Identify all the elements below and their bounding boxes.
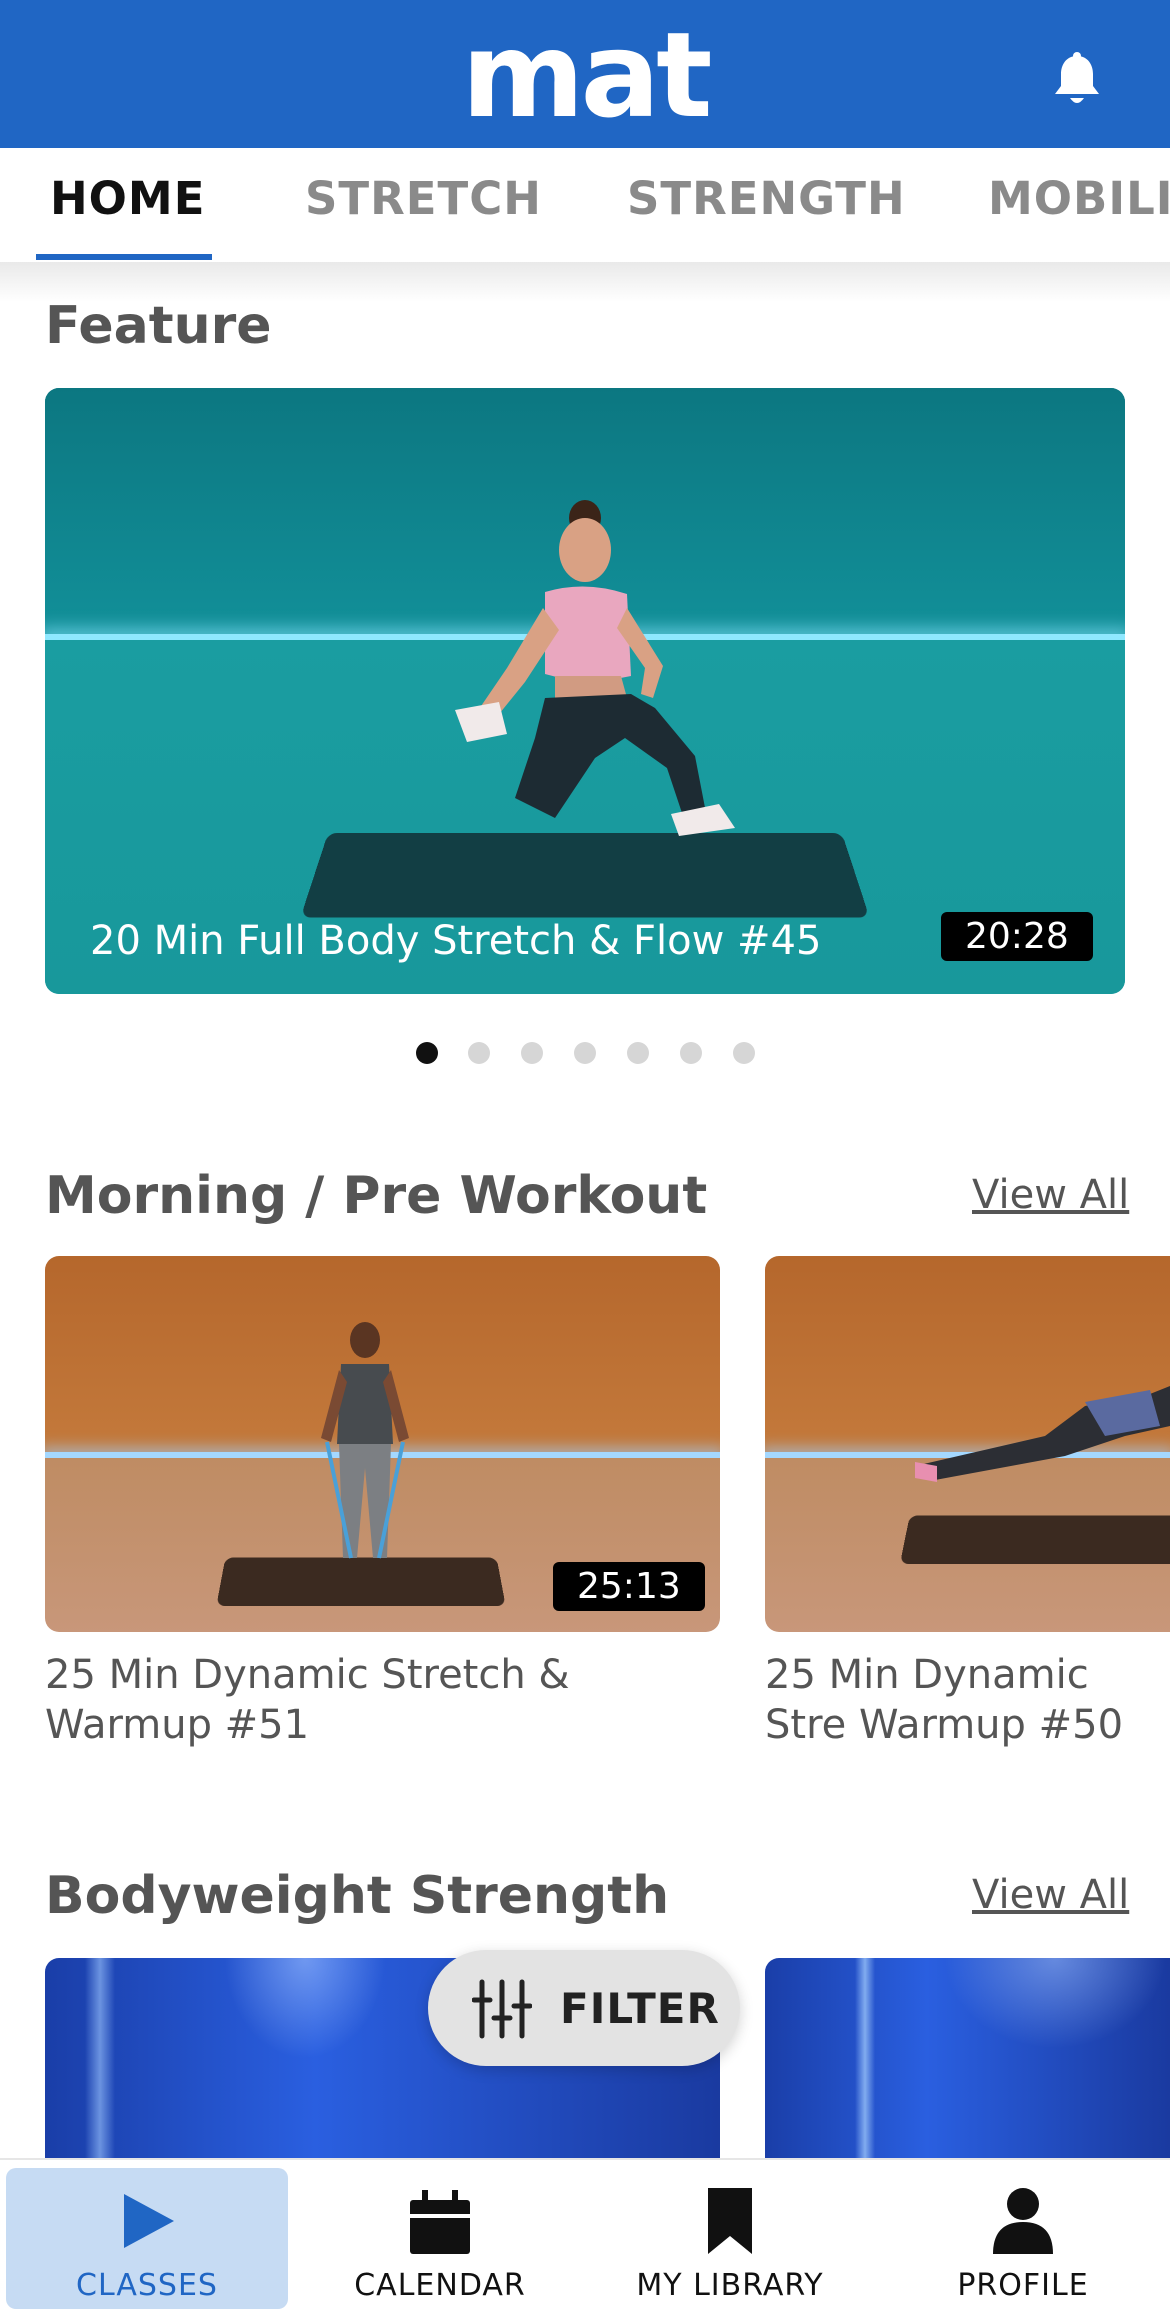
stage-light-beam xyxy=(225,1958,385,2158)
feature-video-title: 20 Min Full Body Stretch & Flow #45 xyxy=(90,918,822,964)
stage-light-beam xyxy=(85,1958,115,2158)
carousel-dot[interactable] xyxy=(468,1042,490,1064)
video-card-title: 25 Min Dynamic Stretch & Warmup #51 xyxy=(45,1652,570,1748)
bookmark-icon xyxy=(708,2188,752,2254)
instructor-figure xyxy=(321,1322,409,1559)
instructor-figure xyxy=(915,1386,1170,1482)
filter-label: FILTER xyxy=(560,1984,720,2033)
category-tabs: HOME STRETCH STRENGTH MOBILIT xyxy=(0,148,1170,262)
app-logo[interactable]: mat xyxy=(0,16,1170,134)
nav-classes[interactable]: CLASSES xyxy=(6,2168,288,2309)
video-card[interactable]: 25:13 xyxy=(45,1256,720,1632)
tab-mobility[interactable]: MOBILIT xyxy=(988,172,1170,225)
morning-section-title: Morning / Pre Workout xyxy=(45,1166,708,1226)
nav-classes-label: CLASSES xyxy=(76,2268,218,2303)
bodyweight-section-title: Bodyweight Strength xyxy=(45,1866,670,1926)
nav-calendar[interactable]: CALENDAR xyxy=(295,2160,585,2309)
tab-stretch[interactable]: STRETCH xyxy=(305,172,542,225)
stage-light-beam xyxy=(855,1958,875,2158)
filter-button[interactable]: FILTER xyxy=(428,1950,740,2066)
bodyweight-view-all-link[interactable]: View All xyxy=(972,1872,1129,1918)
person-icon xyxy=(993,2188,1053,2254)
bell-icon[interactable] xyxy=(1052,52,1102,108)
carousel-dot[interactable] xyxy=(416,1042,438,1064)
nav-profile-label: PROFILE xyxy=(957,2268,1089,2303)
feature-section-title: Feature xyxy=(45,296,272,356)
tab-strength[interactable]: STRENGTH xyxy=(627,172,906,225)
video-card-title: 25 Min Dynamic Stre Warmup #50 xyxy=(765,1652,1124,1748)
feature-duration-badge: 20:28 xyxy=(941,912,1093,961)
carousel-dot[interactable] xyxy=(680,1042,702,1064)
calendar-icon xyxy=(410,2190,470,2254)
tab-home[interactable]: HOME xyxy=(50,172,205,225)
sliders-icon xyxy=(472,1979,532,2039)
top-app-bar: mat xyxy=(0,0,1170,148)
video-card[interactable] xyxy=(765,1256,1170,1632)
carousel-dot[interactable] xyxy=(733,1042,755,1064)
nav-profile[interactable]: PROFILE xyxy=(878,2160,1168,2309)
nav-my-library[interactable]: MY LIBRARY xyxy=(585,2160,875,2309)
carousel-dot[interactable] xyxy=(574,1042,596,1064)
play-icon xyxy=(124,2194,174,2248)
instructor-figure xyxy=(455,500,735,836)
carousel-dot[interactable] xyxy=(521,1042,543,1064)
video-card[interactable] xyxy=(765,1958,1170,2158)
bottom-navigation: CLASSES CALENDAR MY LIBRARY PROFILE xyxy=(0,2158,1170,2309)
morning-view-all-link[interactable]: View All xyxy=(972,1172,1129,1218)
active-tab-indicator xyxy=(36,254,212,260)
feature-video-card[interactable]: 20 Min Full Body Stretch & Flow #45 20:2… xyxy=(45,388,1125,994)
card-duration-badge: 25:13 xyxy=(553,1562,705,1611)
nav-my-library-label: MY LIBRARY xyxy=(636,2268,824,2303)
stage-light-beam xyxy=(945,1958,1170,2158)
carousel-dot[interactable] xyxy=(627,1042,649,1064)
nav-calendar-label: CALENDAR xyxy=(354,2268,526,2303)
carousel-indicator xyxy=(0,1042,1170,1066)
